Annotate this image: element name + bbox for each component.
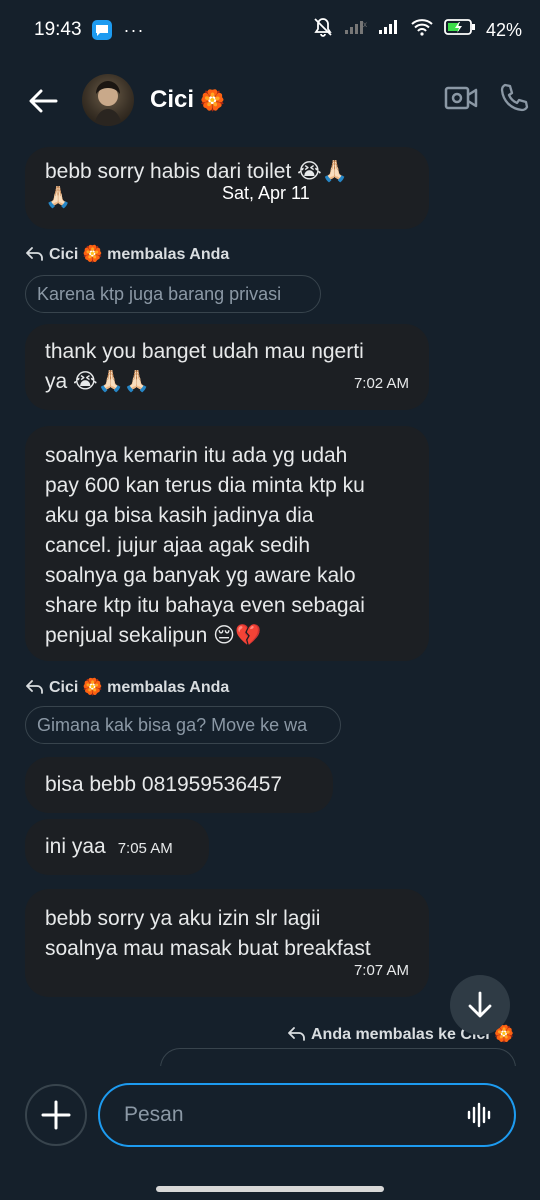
messenger-notification-icon xyxy=(91,20,112,40)
reply-arrow-icon xyxy=(26,680,43,694)
message-bubble[interactable]: thank you banget udah mau ngerti ya 😭🙏🏻🙏… xyxy=(25,324,429,410)
status-bar: 19:43 ··· x 42% xyxy=(0,0,540,60)
arrow-down-icon xyxy=(468,991,492,1018)
signal-icon xyxy=(378,19,400,41)
date-separator: Sat, Apr 11 xyxy=(222,183,310,203)
message-input[interactable] xyxy=(124,1103,424,1127)
voice-message-button[interactable] xyxy=(466,1101,492,1134)
battery-icon xyxy=(444,18,476,42)
voice-wave-icon xyxy=(467,1102,491,1128)
back-button[interactable] xyxy=(26,84,60,118)
message-input-container[interactable] xyxy=(98,1083,516,1147)
plus-icon xyxy=(41,1100,71,1130)
message-bubble[interactable]: soalnya kemarin itu ada yg udah pay 600 … xyxy=(25,426,429,661)
wifi-icon xyxy=(410,18,434,42)
avatar[interactable] xyxy=(82,74,134,126)
message-time: 7:07 AM xyxy=(353,962,409,979)
message-time: 7:05 AM xyxy=(117,840,173,857)
message-bubble[interactable]: bebb sorry ya aku izin slr lagii soalnya… xyxy=(25,889,429,997)
video-call-button[interactable] xyxy=(444,84,478,117)
svg-text:x: x xyxy=(363,20,367,29)
contact-name[interactable]: Cici 🏵️ xyxy=(150,86,225,114)
phone-icon xyxy=(500,83,529,112)
scroll-to-bottom-button[interactable] xyxy=(450,975,510,1035)
flower-badge-icon: 🏵️ xyxy=(200,89,225,112)
reply-indicator: Cici 🏵️ membalas Anda xyxy=(26,677,229,697)
battery-percent: 42% xyxy=(485,19,522,40)
message-bubble[interactable]: ini yaa 7:05 AM xyxy=(25,819,209,875)
clock: 19:43 xyxy=(34,19,82,40)
back-arrow-icon xyxy=(29,89,58,113)
reply-arrow-icon xyxy=(26,247,43,261)
mute-icon xyxy=(312,16,334,44)
quoted-message[interactable]: Gimana kak bisa ga? Move ke wa xyxy=(25,706,341,744)
reply-indicator: Cici 🏵️ membalas Anda xyxy=(26,244,229,264)
reply-arrow-icon xyxy=(288,1027,305,1041)
signal-icon-sim2: x xyxy=(344,19,368,41)
conversation-header: Cici 🏵️ xyxy=(0,66,540,136)
more-notifications-icon: ··· xyxy=(123,19,145,40)
message-time: 7:02 AM xyxy=(353,375,409,392)
video-camera-icon xyxy=(444,86,478,110)
voice-call-button[interactable] xyxy=(498,82,530,119)
quoted-message[interactable]: Karena ktp juga barang privasi xyxy=(25,275,321,313)
home-indicator[interactable] xyxy=(156,1186,384,1192)
message-bubble[interactable]: bisa bebb 081959536457 xyxy=(25,757,333,813)
add-attachment-button[interactable] xyxy=(25,1084,87,1146)
